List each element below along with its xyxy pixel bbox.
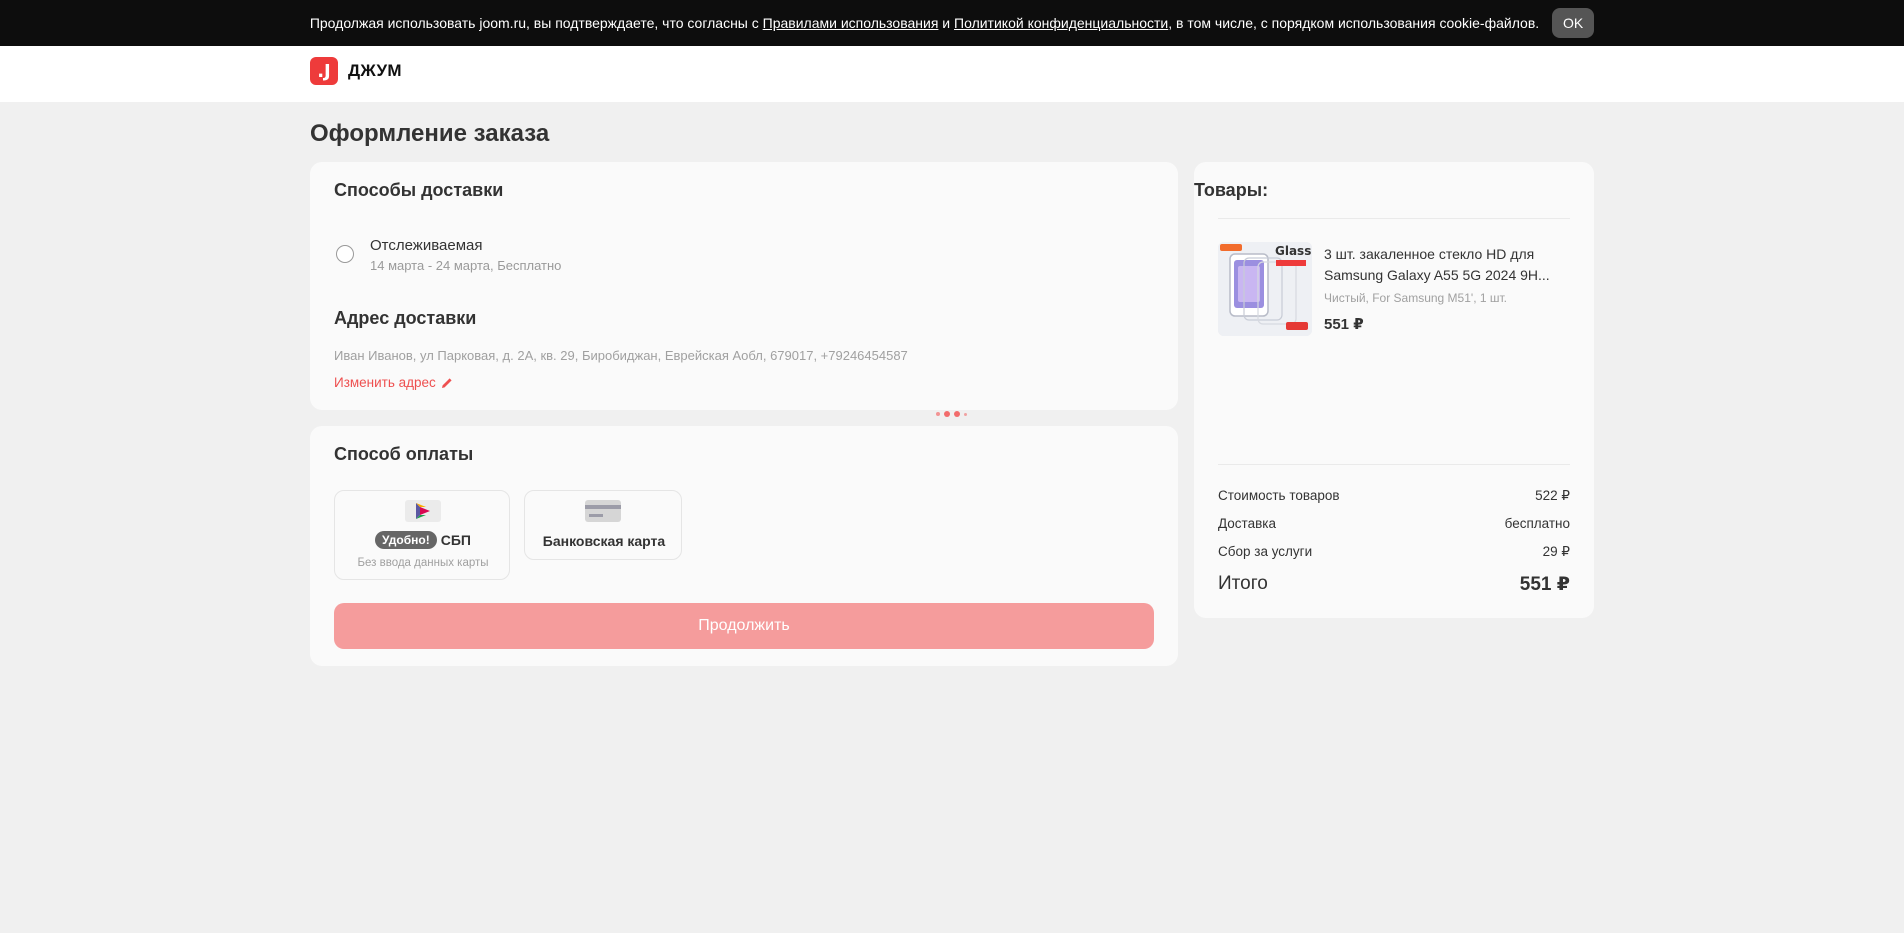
total-label: Итого [1218, 573, 1268, 594]
site-header: .J ДЖУМ [0, 46, 1904, 102]
summary-row-value: 29 ₽ [1542, 544, 1570, 559]
bank-card-label: Банковская карта [542, 533, 666, 549]
product-price: 551 ₽ [1324, 316, 1364, 333]
total-value: 551 ₽ [1519, 574, 1570, 595]
card-line [589, 514, 603, 517]
privacy-link[interactable]: Политикой конфиденциальности [954, 15, 1168, 31]
delivery-address-title: Адрес доставки [334, 308, 477, 328]
loading-dot [944, 411, 950, 417]
payment-card: Способ оплаты Удобно! СБП Без ввода данн… [310, 426, 1178, 666]
payment-option-bank-card[interactable]: Банковская карта [524, 490, 682, 560]
summary-row-label: Доставка [1218, 516, 1276, 531]
summary-row-service-fee: Сбор за услуги 29 ₽ [1218, 544, 1570, 560]
product-image[interactable]: Glass [1218, 242, 1312, 336]
cookie-banner: Продолжая использовать joom.ru, вы подтв… [0, 0, 1904, 46]
summary-divider [1218, 464, 1570, 465]
cookie-text: Продолжая использовать joom.ru, вы подтв… [310, 15, 1539, 31]
product-image-label: Glass [1275, 244, 1312, 258]
summary-row-label: Сбор за услуги [1218, 544, 1313, 559]
logo-text: ДЖУМ [348, 61, 402, 80]
summary-title: Товары: [1194, 180, 1269, 200]
change-address-label: Изменить адрес [334, 375, 436, 390]
loading-dot [954, 411, 960, 417]
product-name[interactable]: 3 шт. закаленное стекло HD для Samsung G… [1324, 244, 1554, 286]
delivery-address: Иван Иванов, ул Парковая, д. 2А, кв. 29,… [334, 348, 908, 363]
summary-row-items-cost: Стоимость товаров 522 ₽ [1218, 488, 1570, 504]
bank-card-icon [585, 500, 621, 522]
cookie-text-and: и [938, 15, 955, 31]
loading-dot [936, 412, 940, 416]
summary-row-delivery: Доставка бесплатно [1218, 516, 1570, 531]
delivery-option-name[interactable]: Отслеживаемая [370, 237, 482, 254]
change-address-link[interactable]: Изменить адрес [334, 375, 453, 390]
order-summary-card: Товары: Glass 3 шт. закаленное стекло HD… [1194, 162, 1594, 618]
cookie-text-before: Продолжая использовать joom.ru, вы подтв… [309, 15, 763, 31]
page-title: Оформление заказа [310, 120, 550, 147]
delivery-card: Способы доставки Отслеживаемая 14 марта … [310, 162, 1178, 410]
sbp-subtitle: Без ввода данных карты [357, 557, 489, 569]
cookie-text-after: , в том числе, с порядком использования … [1168, 15, 1540, 31]
summary-total: Итого 551 ₽ [1218, 573, 1570, 596]
summary-divider [1218, 218, 1570, 219]
summary-row-value: 522 ₽ [1535, 488, 1570, 503]
pencil-icon [441, 377, 452, 388]
loading-dot [964, 412, 967, 416]
summary-row-value: бесплатно [1504, 516, 1570, 531]
delivery-methods-title: Способы доставки [334, 180, 504, 200]
summary-row-label: Стоимость товаров [1218, 488, 1340, 503]
sbp-badge: Удобно! [375, 531, 437, 549]
continue-button[interactable]: Продолжить [334, 603, 1154, 649]
delivery-option-details: 14 марта - 24 марта, Бесплатно [370, 258, 562, 273]
terms-link[interactable]: Правилами использования [763, 15, 939, 31]
payment-method-title: Способ оплаты [334, 444, 474, 464]
loading-indicator [936, 411, 971, 417]
payment-option-sbp[interactable]: Удобно! СБП Без ввода данных карты [334, 490, 510, 580]
delivery-option-radio[interactable] [336, 245, 354, 263]
sbp-label: СБП [440, 532, 471, 548]
logo-icon: .J [310, 57, 338, 85]
sbp-icon [405, 500, 441, 522]
logo[interactable]: .J ДЖУМ [310, 57, 402, 85]
sbp-row: Удобно! СБП [335, 531, 511, 549]
cookie-ok-button[interactable]: OK [1552, 8, 1595, 38]
card-stripe [585, 505, 621, 509]
product-variant: Чистый, For Samsung M51', 1 шт. [1324, 291, 1507, 305]
